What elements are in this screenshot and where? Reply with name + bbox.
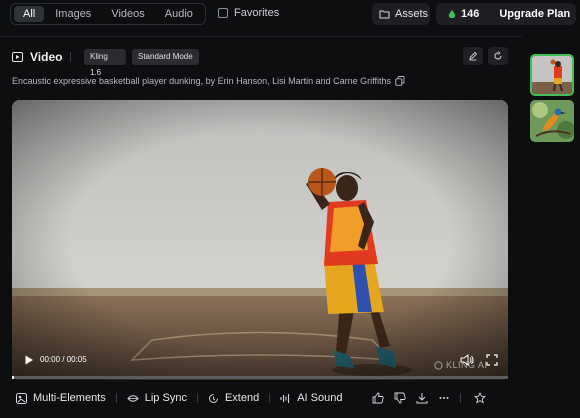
credits-panel: 146 Upgrade Plan — [436, 3, 576, 25]
play-icon[interactable] — [24, 355, 34, 365]
lip-sync-label: Lip Sync — [144, 392, 187, 404]
thumbs-up-icon[interactable] — [372, 392, 384, 404]
top-bar: All Images Videos Audio Favorites Assets… — [0, 0, 580, 30]
action-toolbar: Multi-Elements Lip Sync Extend AI Sound — [12, 386, 508, 410]
download-icon[interactable] — [416, 392, 428, 404]
multi-elements-label: Multi-Elements — [33, 392, 106, 404]
progress-track[interactable] — [12, 376, 508, 379]
fullscreen-icon[interactable] — [486, 354, 498, 366]
refresh-icon — [494, 51, 502, 60]
extend-button[interactable]: Extend — [204, 388, 263, 408]
header-divider — [0, 36, 522, 37]
media-filter-tabs: All Images Videos Audio — [10, 3, 206, 25]
ai-sound-label: AI Sound — [297, 392, 343, 404]
progress-fill — [12, 376, 14, 379]
thumbnail-image — [530, 100, 574, 142]
pencil-icon — [469, 51, 478, 61]
assets-label: Assets — [395, 8, 429, 20]
extend-label: Extend — [224, 392, 260, 404]
multi-elements-icon — [16, 392, 27, 404]
multi-elements-button[interactable]: Multi-Elements — [12, 388, 110, 408]
video-player[interactable] — [12, 100, 508, 380]
toolbar-divider — [460, 393, 461, 403]
ai-sound-button[interactable]: AI Sound — [276, 388, 346, 408]
tab-images[interactable]: Images — [46, 6, 100, 22]
model-tag: Kling 1.6 — [84, 49, 126, 77]
lip-sync-button[interactable]: Lip Sync — [123, 388, 191, 408]
toolbar-divider — [269, 393, 271, 403]
thumbnail-basketball[interactable] — [530, 54, 574, 96]
assets-button[interactable]: Assets — [372, 3, 430, 25]
upgrade-plan-button[interactable]: Upgrade Plan — [499, 8, 570, 20]
extend-icon — [208, 393, 218, 403]
tab-videos[interactable]: Videos — [102, 6, 153, 22]
volume-icon[interactable] — [460, 354, 474, 366]
mode-tag: Standard Mode — [132, 49, 199, 65]
tab-audio[interactable]: Audio — [156, 6, 202, 22]
favorites-checkbox[interactable] — [218, 8, 228, 18]
favorites-label: Favorites — [234, 7, 280, 19]
thumbnail-image — [532, 56, 572, 94]
video-icon — [12, 52, 23, 62]
credit-drop-icon — [448, 10, 456, 18]
section-title: Video — [30, 50, 63, 64]
toolbar-divider — [196, 393, 198, 403]
thumbs-down-icon[interactable] — [394, 392, 406, 404]
credits-count[interactable]: 146 — [461, 8, 479, 20]
ai-sound-icon — [280, 393, 290, 403]
folder-icon — [379, 10, 390, 19]
tab-all[interactable]: All — [14, 6, 45, 22]
regenerate-button[interactable] — [488, 47, 508, 65]
toolbar-divider — [115, 393, 117, 403]
thumbnail-bird[interactable] — [530, 100, 574, 142]
more-options-icon[interactable] — [438, 392, 450, 404]
kling-logo-icon — [434, 360, 443, 370]
video-frame — [12, 100, 508, 380]
edit-button[interactable] — [463, 47, 483, 65]
copy-icon[interactable] — [395, 76, 405, 86]
title-divider — [70, 52, 71, 62]
favorites-toggle[interactable]: Favorites — [218, 7, 279, 19]
star-icon[interactable] — [474, 392, 486, 404]
lip-sync-icon — [127, 394, 139, 402]
playback-time: 00:00 / 00:05 — [40, 355, 87, 364]
prompt-text: Encaustic expressive basketball player d… — [12, 76, 392, 86]
